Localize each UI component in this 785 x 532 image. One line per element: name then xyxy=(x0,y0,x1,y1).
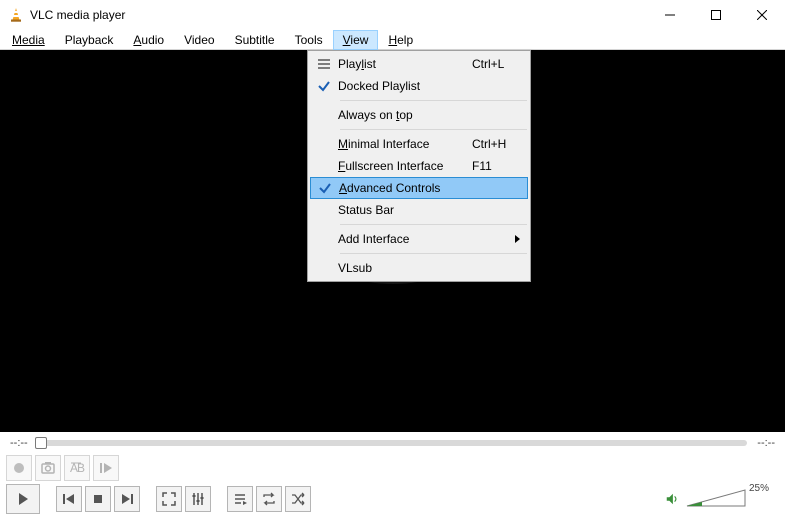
menu-item-label: VLsub xyxy=(338,261,472,275)
menu-item-always-on-top[interactable]: Always on top xyxy=(310,104,528,126)
menu-media[interactable]: Media xyxy=(2,30,55,50)
menu-item-docked-playlist[interactable]: Docked Playlist xyxy=(310,75,528,97)
menu-item-advanced-controls[interactable]: Advanced Controls xyxy=(310,177,528,199)
volume-control: 25% xyxy=(665,488,779,510)
menu-item-label: Playlist xyxy=(338,57,472,71)
view-dropdown: PlaylistCtrl+LDocked PlaylistAlways on t… xyxy=(307,50,531,282)
main-controls-toolbar: 25% xyxy=(0,482,785,516)
fullscreen-button[interactable] xyxy=(156,486,182,512)
menu-playback[interactable]: Playback xyxy=(55,30,124,50)
menu-help[interactable]: Help xyxy=(378,30,423,50)
volume-percent: 25% xyxy=(749,483,769,494)
menu-video[interactable]: Video xyxy=(174,30,224,50)
menu-audio[interactable]: Audio xyxy=(123,30,174,50)
menu-separator xyxy=(340,224,527,225)
check-icon xyxy=(310,78,338,94)
snapshot-button[interactable] xyxy=(35,455,61,481)
menu-item-label: Advanced Controls xyxy=(339,181,471,195)
shuffle-button[interactable] xyxy=(285,486,311,512)
volume-slider[interactable] xyxy=(685,488,747,510)
menu-item-label: Fullscreen Interface xyxy=(338,159,472,173)
menu-item-vlsub[interactable]: VLsub xyxy=(310,257,528,279)
advanced-controls-toolbar: AB xyxy=(0,454,785,482)
menu-item-status-bar[interactable]: Status Bar xyxy=(310,199,528,221)
menu-item-minimal-interface[interactable]: Minimal InterfaceCtrl+H xyxy=(310,133,528,155)
menu-item-accelerator: F11 xyxy=(472,159,528,173)
extended-settings-button[interactable] xyxy=(185,486,211,512)
menu-separator xyxy=(340,100,527,101)
submenu-arrow-icon xyxy=(515,235,520,243)
menu-view[interactable]: View xyxy=(333,30,379,50)
menu-tools[interactable]: Tools xyxy=(285,30,333,50)
menu-item-label: Docked Playlist xyxy=(338,79,472,93)
close-button[interactable] xyxy=(739,0,785,30)
previous-button[interactable] xyxy=(56,486,82,512)
menu-item-label: Always on top xyxy=(338,108,472,122)
minimize-button[interactable] xyxy=(647,0,693,30)
playlist-button[interactable] xyxy=(227,486,253,512)
seek-time-left: --:-- xyxy=(10,437,28,449)
play-button[interactable] xyxy=(6,484,40,514)
maximize-button[interactable] xyxy=(693,0,739,30)
seek-knob[interactable] xyxy=(35,437,47,449)
window-title: VLC media player xyxy=(30,8,647,22)
menu-item-label: Status Bar xyxy=(338,203,472,217)
speaker-icon[interactable] xyxy=(665,492,679,506)
check-icon xyxy=(311,180,339,196)
menu-separator xyxy=(340,253,527,254)
playlist-icon xyxy=(310,56,338,72)
stop-button[interactable] xyxy=(85,486,111,512)
loop-ab-button[interactable]: AB xyxy=(64,455,90,481)
menu-item-accelerator: Ctrl+H xyxy=(472,137,528,151)
menu-subtitle[interactable]: Subtitle xyxy=(225,30,285,50)
menu-item-label: Minimal Interface xyxy=(338,137,472,151)
seek-slider[interactable] xyxy=(38,440,748,446)
menu-separator xyxy=(340,129,527,130)
record-button[interactable] xyxy=(6,455,32,481)
seek-time-right: --:-- xyxy=(757,437,775,449)
vlc-cone-icon xyxy=(8,7,24,23)
menu-item-accelerator: Ctrl+L xyxy=(472,57,528,71)
seek-row: --:-- --:-- xyxy=(0,432,785,454)
loop-button[interactable] xyxy=(256,486,282,512)
frame-step-button[interactable] xyxy=(93,455,119,481)
title-bar: VLC media player xyxy=(0,0,785,30)
menu-item-fullscreen-interface[interactable]: Fullscreen InterfaceF11 xyxy=(310,155,528,177)
menu-item-label: Add Interface xyxy=(338,232,472,246)
menu-item-add-interface[interactable]: Add Interface xyxy=(310,228,528,250)
menu-item-playlist[interactable]: PlaylistCtrl+L xyxy=(310,53,528,75)
next-button[interactable] xyxy=(114,486,140,512)
menu-bar: Media Playback Audio Video Subtitle Tool… xyxy=(0,30,785,50)
